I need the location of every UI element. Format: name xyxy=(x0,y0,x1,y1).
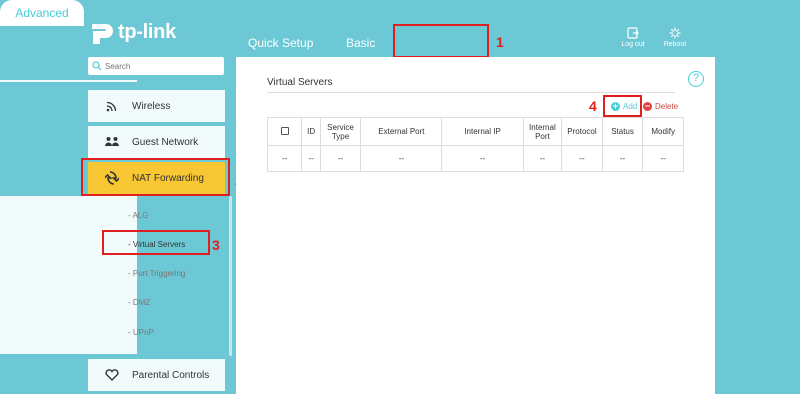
delete-button[interactable]: − Delete xyxy=(643,102,678,111)
table-cell: -- xyxy=(360,145,443,172)
tp-link-logo: tp-link xyxy=(86,18,186,46)
highlight-box-advanced xyxy=(393,24,489,58)
column-header: Protocol xyxy=(561,117,603,146)
virtual-servers-table: ID Service Type External Port Internal I… xyxy=(266,117,684,172)
table-cell: -- xyxy=(601,145,644,172)
table-cell: -- xyxy=(561,145,603,172)
delete-label: Delete xyxy=(655,102,679,111)
column-header: Internal Port xyxy=(522,117,563,146)
submenu-item-dmz[interactable]: - DMZ xyxy=(128,298,150,307)
submenu-item-upnp[interactable]: - UPnP xyxy=(128,328,154,337)
sidebar-item-guest-network[interactable]: Guest Network xyxy=(88,126,225,158)
help-icon[interactable]: ? xyxy=(688,71,704,87)
column-header: Internal IP xyxy=(441,117,524,146)
tab-quick-setup[interactable]: Quick Setup xyxy=(248,36,313,50)
sidebar-item-wireless[interactable]: Wireless xyxy=(88,90,225,122)
search-icon xyxy=(92,61,102,71)
title-divider xyxy=(267,92,675,93)
table-cell: -- xyxy=(319,145,362,172)
search-box[interactable] xyxy=(88,57,224,75)
sidebar-item-label: Parental Controls xyxy=(132,369,210,381)
select-all-checkbox[interactable] xyxy=(266,117,303,146)
reboot-label: Reboot xyxy=(663,41,687,48)
minus-icon: − xyxy=(643,101,652,111)
table-cell: -- xyxy=(266,145,303,172)
submenu-item-port-triggering[interactable]: - Port Triggering xyxy=(128,269,185,278)
tab-advanced[interactable]: Advanced xyxy=(0,0,84,26)
checkbox-icon xyxy=(280,126,289,135)
annotation-3: 3 xyxy=(212,237,220,253)
reboot-button[interactable]: Reboot xyxy=(658,27,692,48)
plus-icon: + xyxy=(611,101,620,111)
sidebar-item-label: Guest Network xyxy=(132,136,199,148)
logo-text: tp-link xyxy=(118,20,176,43)
submenu-item-alg[interactable]: - ALG xyxy=(128,211,148,220)
tp-link-logo-mark-icon xyxy=(86,18,114,46)
heart-icon xyxy=(104,367,120,383)
page-title: Virtual Servers xyxy=(267,77,333,88)
table-cell: -- xyxy=(441,145,524,172)
add-button[interactable]: + Add xyxy=(611,102,637,111)
logout-icon xyxy=(627,27,639,39)
annotation-1: 1 xyxy=(496,34,504,50)
highlight-box-nat-forwarding xyxy=(81,158,230,196)
column-header: External Port xyxy=(360,117,443,146)
tab-basic[interactable]: Basic xyxy=(346,36,375,50)
table-cell: -- xyxy=(642,145,684,172)
column-header: ID xyxy=(301,117,321,146)
table-cell: -- xyxy=(522,145,563,172)
sidebar-item-parental-controls[interactable]: Parental Controls xyxy=(88,359,225,391)
annotation-4: 4 xyxy=(589,98,597,114)
table-row: -- -- -- -- -- -- -- -- -- xyxy=(266,145,684,172)
sidebar-top-strip xyxy=(0,80,137,82)
column-header: Status xyxy=(601,117,644,146)
reboot-icon xyxy=(669,27,681,39)
highlight-box-virtual-servers xyxy=(102,230,210,255)
column-header: Modify xyxy=(642,117,684,146)
sidebar-scrollbar[interactable] xyxy=(229,196,232,356)
add-label: Add xyxy=(623,102,638,111)
logout-button[interactable]: Log out xyxy=(616,27,650,48)
search-input[interactable] xyxy=(105,61,215,71)
sidebar-item-label: Wireless xyxy=(132,100,171,112)
wifi-icon xyxy=(104,98,120,114)
table-header-row: ID Service Type External Port Internal I… xyxy=(266,117,684,146)
guests-icon xyxy=(104,134,120,150)
table-cell: -- xyxy=(301,145,321,172)
nat-submenu xyxy=(0,196,137,354)
column-header: Service Type xyxy=(319,117,362,146)
logout-label: Log out xyxy=(621,41,645,48)
